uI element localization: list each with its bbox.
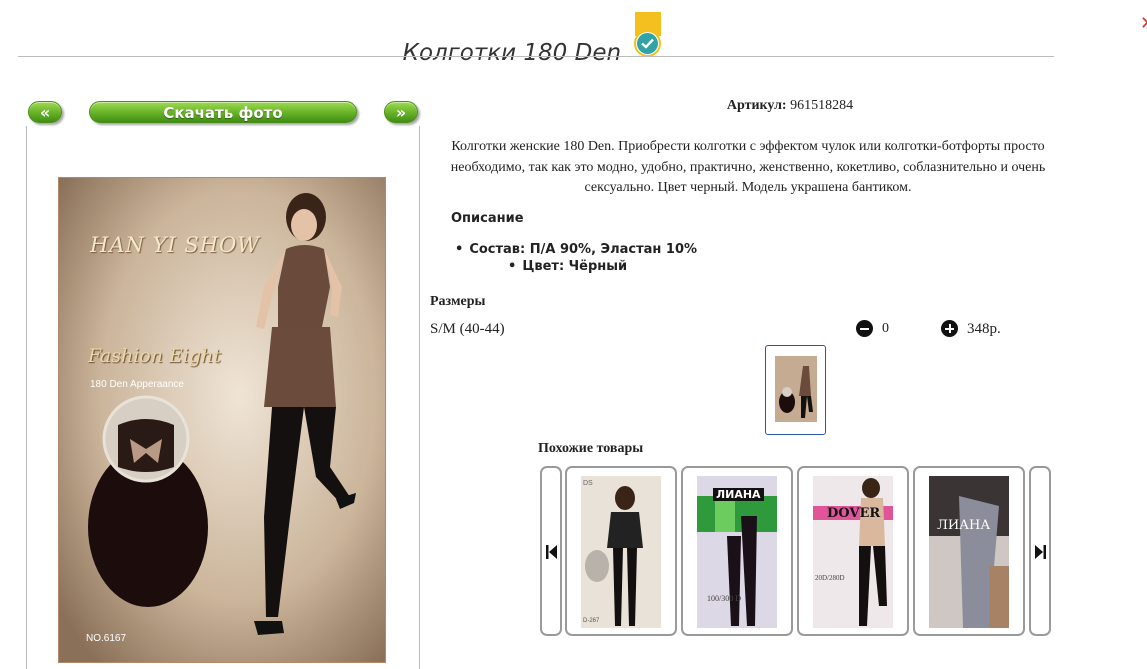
card-brand: DS [583,480,593,487]
package-subtitle: 180 Den Apperaance [90,379,184,390]
size-name: S/M (40-44) [430,321,505,337]
verified-badge-icon [634,12,663,64]
card-brand: ЛИАНА [713,488,764,501]
card-brand: DOVER [827,506,881,521]
product-photo[interactable]: HAN YI SHOW Fashion Eight 180 Den Appera… [58,177,386,663]
similar-products-heading: Похожие товары [538,441,644,456]
carousel-next-button[interactable] [1029,466,1051,636]
description-heading: Описание [451,211,524,226]
download-photo-button[interactable]: Скачать фото [89,101,357,123]
card-mark: 100/300 D [707,594,741,603]
page-title: Колготки 180 Den [0,12,1066,66]
package-script: Fashion Eight [88,345,221,367]
price-value: 348р. [967,321,1001,337]
skip-forward-icon [1035,545,1046,559]
carousel-prev-button[interactable] [540,466,562,636]
similar-product-card[interactable]: DOVER 20D/280D [797,466,909,636]
quantity-value: 0 [882,321,889,336]
composition-bullet: Состав: П/А 90%, Эластан 10% [455,242,697,257]
header-divider [18,56,1054,57]
article-label: Артикул: [726,98,787,113]
package-model-number: NO.6167 [86,633,127,644]
similar-product-card[interactable]: DS D-267 [565,466,677,636]
article-value: 961518284 [790,98,854,113]
product-description: Колготки женские 180 Den. Приобрести кол… [450,139,1046,195]
photo-thumbnail[interactable] [765,345,826,435]
sizes-heading: Размеры [430,294,486,309]
close-icon[interactable]: ✕ [1140,13,1147,37]
card-brand: ЛИАНА [937,518,991,533]
color-bullet: Цвет: Чёрный [508,259,627,274]
card-mark: D-267 [583,618,600,624]
package-brand: HAN YI SHOW [90,233,260,257]
increase-quantity-button[interactable] [941,320,958,337]
page-title-text: Колготки 180 Den [402,40,622,66]
card-mark: 20D/280D [815,574,845,582]
decrease-quantity-button[interactable] [856,320,873,337]
skip-back-icon [546,545,557,559]
article-line: Артикул: 961518284 [540,98,1040,114]
similar-product-card[interactable]: ЛИАНА [913,466,1025,636]
similar-product-card[interactable]: ЛИАНА 100/300 D [681,466,793,636]
next-photo-button[interactable]: » [384,101,418,123]
previous-photo-button[interactable]: « [28,101,62,123]
